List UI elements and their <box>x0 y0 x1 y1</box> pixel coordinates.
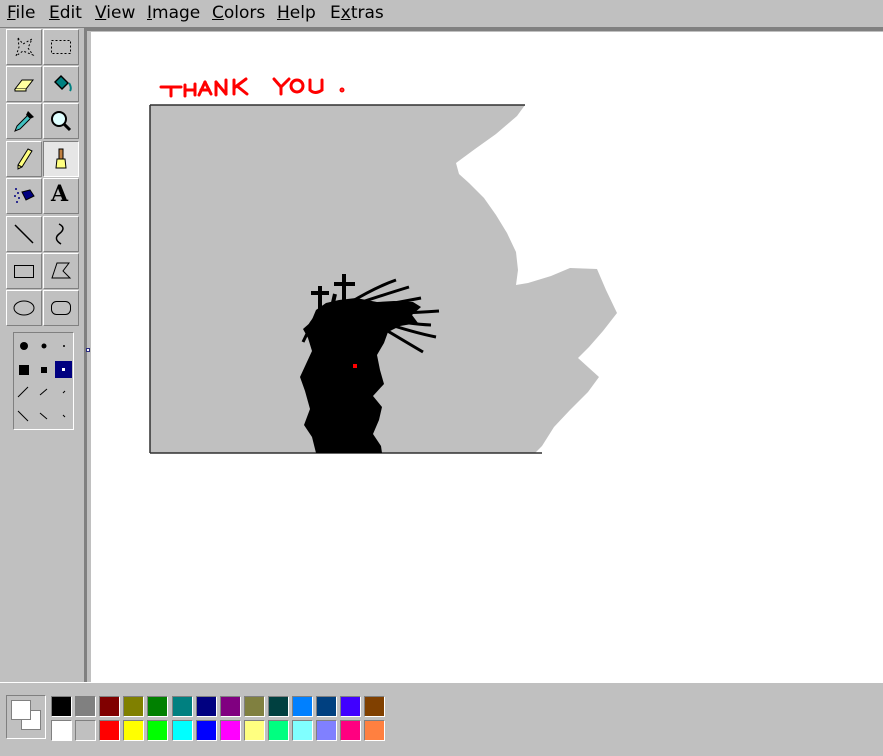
palette-swatch[interactable] <box>364 720 385 741</box>
tool-rectangle-select[interactable] <box>43 29 79 65</box>
line-icon <box>14 224 34 244</box>
palette-swatch[interactable] <box>292 720 313 741</box>
menu-file[interactable]: File <box>7 3 35 23</box>
palette-swatch[interactable] <box>340 696 361 717</box>
tool-pencil[interactable] <box>6 141 42 177</box>
brush-icon <box>55 148 67 169</box>
palette-swatch[interactable] <box>196 720 217 741</box>
tool-ellipse[interactable] <box>6 290 42 326</box>
canvas-drawing <box>149 77 617 454</box>
menu-help-label: Help <box>277 3 316 23</box>
tool-eraser[interactable] <box>6 66 42 102</box>
palette-swatch[interactable] <box>244 720 265 741</box>
color-box <box>0 682 883 756</box>
pencil-icon <box>17 148 33 170</box>
palette-swatch[interactable] <box>51 720 72 741</box>
menu-extras[interactable]: Extras <box>330 3 384 23</box>
tool-magnifier[interactable] <box>43 103 79 139</box>
paint-bucket-icon <box>54 75 72 92</box>
eraser-icon <box>13 79 35 92</box>
ellipse-icon <box>13 300 35 316</box>
tool-text[interactable]: A <box>43 178 79 214</box>
palette-swatch[interactable] <box>220 720 241 741</box>
current-colors[interactable] <box>6 695 46 739</box>
tool-curve[interactable] <box>43 216 79 252</box>
menu-image-label: Image <box>147 3 201 23</box>
menu-colors-label: Colors <box>212 3 266 23</box>
palette-swatch[interactable] <box>75 696 96 717</box>
menu-view[interactable]: View <box>95 3 135 23</box>
rectangle-icon <box>14 265 34 278</box>
palette-swatch[interactable] <box>99 720 120 741</box>
magnifier-icon <box>51 111 72 132</box>
palette-swatch[interactable] <box>51 696 72 717</box>
menu-file-label: File <box>7 3 36 23</box>
palette-swatch[interactable] <box>196 696 217 717</box>
tool-polygon[interactable] <box>43 253 79 289</box>
palette-swatch[interactable] <box>123 696 144 717</box>
palette-swatch[interactable] <box>364 696 385 717</box>
canvas-workspace <box>84 28 883 682</box>
menu-edit-label: Edit <box>49 3 82 23</box>
palette-swatch[interactable] <box>244 696 265 717</box>
brush-options-panel <box>13 332 74 430</box>
palette-swatch[interactable] <box>172 696 193 717</box>
text-a-icon: A <box>51 181 69 207</box>
tool-pick-color[interactable] <box>6 103 42 139</box>
tool-box: A <box>0 28 84 682</box>
palette-swatch[interactable] <box>292 696 313 717</box>
drawing-canvas[interactable] <box>91 32 883 682</box>
tool-brush[interactable] <box>43 141 79 177</box>
tool-airbrush[interactable] <box>6 178 42 214</box>
menu-help[interactable]: Help <box>277 3 316 23</box>
palette-swatch[interactable] <box>172 720 193 741</box>
palette-swatch[interactable] <box>75 720 96 741</box>
brush-shape-options[interactable] <box>14 333 73 429</box>
palette-swatch[interactable] <box>268 720 289 741</box>
palette-swatch[interactable] <box>268 696 289 717</box>
foreground-color-swatch <box>11 700 31 720</box>
palette-swatch[interactable] <box>316 696 337 717</box>
palette-swatch[interactable] <box>340 720 361 741</box>
tool-free-form-select[interactable] <box>6 29 42 65</box>
airbrush-icon <box>14 188 35 203</box>
rectangle-select-icon <box>51 40 71 54</box>
palette-swatch[interactable] <box>99 696 120 717</box>
palette-swatch[interactable] <box>147 720 168 741</box>
menu-extras-label: Extras <box>330 3 384 23</box>
tool-rounded-rectangle[interactable] <box>43 290 79 326</box>
polygon-icon <box>51 262 72 279</box>
rounded-rectangle-icon <box>51 301 71 315</box>
menu-edit[interactable]: Edit <box>49 3 82 23</box>
menu-colors[interactable]: Colors <box>212 3 265 23</box>
free-form-select-icon <box>15 36 35 58</box>
canvas-resize-handle[interactable] <box>86 348 90 352</box>
tool-fill[interactable] <box>43 66 79 102</box>
menu-image[interactable]: Image <box>147 3 200 23</box>
palette-swatch[interactable] <box>147 696 168 717</box>
curve-icon <box>55 223 64 245</box>
eyedropper-icon <box>14 111 34 132</box>
palette-swatch[interactable] <box>220 696 241 717</box>
palette-swatch[interactable] <box>123 720 144 741</box>
tool-rectangle[interactable] <box>6 253 42 289</box>
menu-view-label: View <box>95 3 136 23</box>
menu-bar: File Edit View Image Colors Help Extras <box>0 0 883 28</box>
palette-swatch[interactable] <box>316 720 337 741</box>
tool-line[interactable] <box>6 216 42 252</box>
